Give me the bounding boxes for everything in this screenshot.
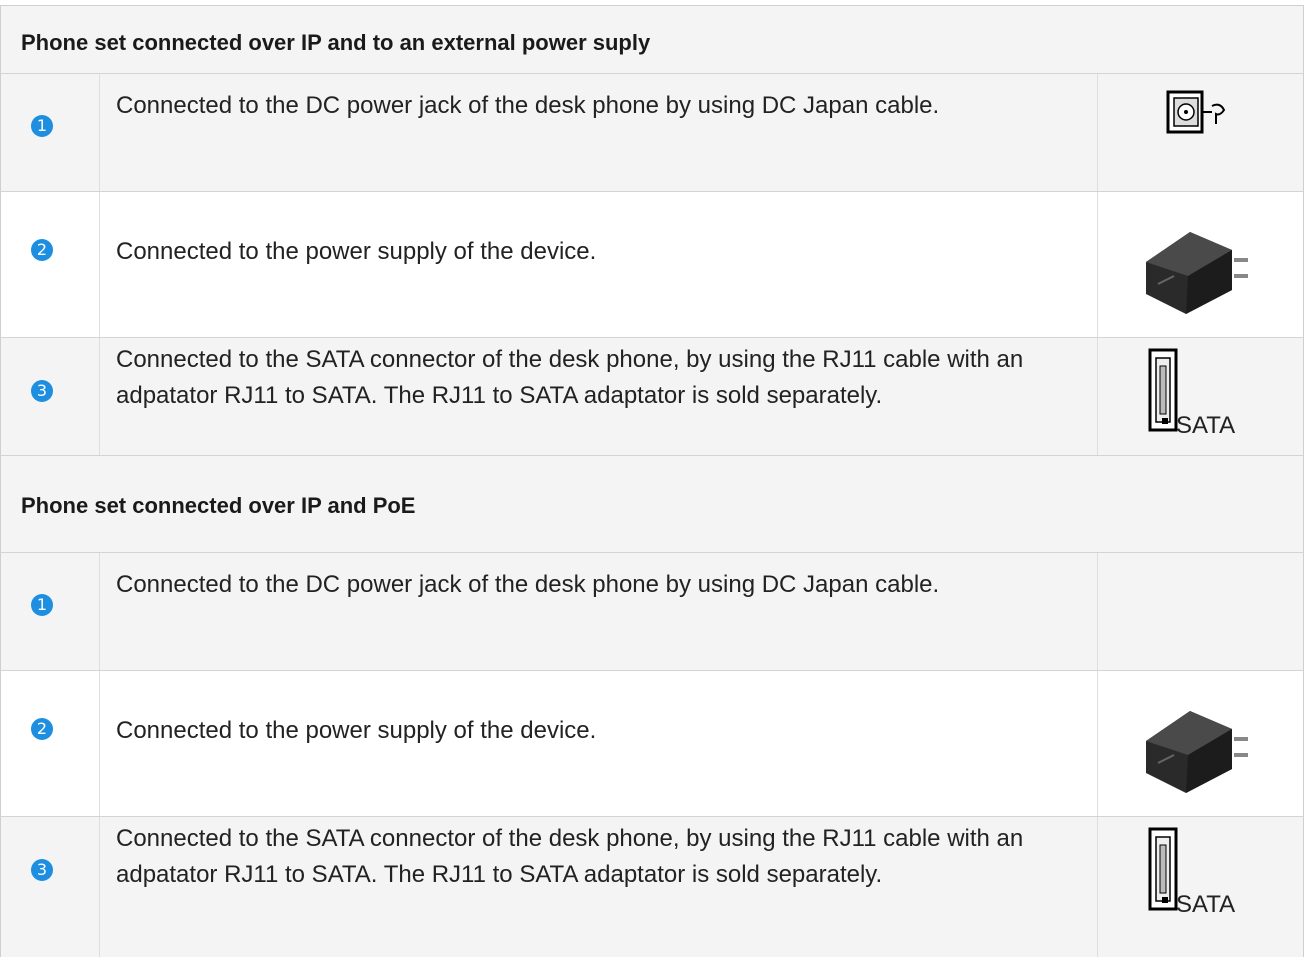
power-adapter-icon <box>1146 232 1248 314</box>
image-cell <box>1098 671 1304 816</box>
row-description: Connected to the power supply of the dev… <box>116 717 597 744</box>
image-cell <box>1098 74 1304 191</box>
image-cell <box>1098 192 1304 337</box>
description-cell: Connected to the DC power jack of the de… <box>100 74 1098 191</box>
table-row: 1 Connected to the DC power jack of the … <box>0 73 1304 191</box>
step-number-badge: 2 <box>31 718 53 740</box>
number-cell: 2 <box>0 671 100 816</box>
row-description: Connected to the SATA connector of the d… <box>116 346 1024 409</box>
section-title: Phone set connected over IP and PoE <box>21 493 416 518</box>
section-header: Phone set connected over IP and to an ex… <box>0 5 1304 73</box>
connection-table: Phone set connected over IP and to an ex… <box>0 0 1306 957</box>
step-number-badge: 3 <box>31 859 53 881</box>
step-number-badge: 1 <box>31 115 53 137</box>
section-title: Phone set connected over IP and to an ex… <box>21 30 651 55</box>
step-number-badge: 2 <box>31 239 53 261</box>
table-row: 2 Connected to the power supply of the d… <box>0 191 1304 337</box>
sata-label: SATA <box>1176 412 1236 439</box>
table-row: 2 Connected to the power supply of the d… <box>0 670 1304 816</box>
number-cell: 1 <box>0 553 100 670</box>
number-cell: 2 <box>0 192 100 337</box>
row-description: Connected to the power supply of the dev… <box>116 238 597 265</box>
description-cell: Connected to the power supply of the dev… <box>100 192 1098 337</box>
description-cell: Connected to the SATA connector of the d… <box>100 338 1098 455</box>
description-cell: Connected to the power supply of the dev… <box>100 671 1098 816</box>
sata-label: SATA <box>1176 891 1236 918</box>
number-cell: 3 <box>0 817 100 957</box>
section-header: Phone set connected over IP and PoE <box>0 455 1304 552</box>
image-cell: SATA <box>1098 338 1304 455</box>
row-description: Connected to the DC power jack of the de… <box>116 92 940 119</box>
number-cell: 3 <box>0 338 100 455</box>
number-cell: 1 <box>0 74 100 191</box>
description-cell: Connected to the SATA connector of the d… <box>100 817 1098 957</box>
row-description: Connected to the SATA connector of the d… <box>116 825 1024 888</box>
image-cell: SATA <box>1098 817 1304 957</box>
table-row: 3 Connected to the SATA connector of the… <box>0 816 1304 957</box>
row-description: Connected to the DC power jack of the de… <box>116 571 940 598</box>
step-number-badge: 3 <box>31 380 53 402</box>
description-cell: Connected to the DC power jack of the de… <box>100 553 1098 670</box>
table-row: 3 Connected to the SATA connector of the… <box>0 337 1304 455</box>
power-adapter-icon <box>1146 711 1248 793</box>
table-row: 1 Connected to the DC power jack of the … <box>0 552 1304 670</box>
dc-jack-icon <box>1166 90 1226 134</box>
step-number-badge: 1 <box>31 594 53 616</box>
image-cell <box>1098 553 1304 670</box>
